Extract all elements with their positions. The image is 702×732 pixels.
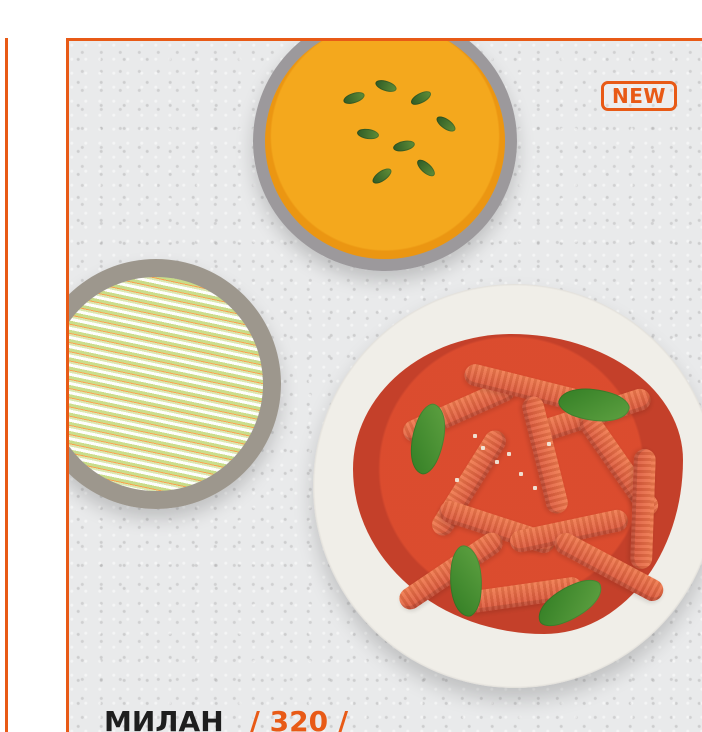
cabbage-salad: [69, 277, 263, 491]
pumpkin-seed-icon: [341, 89, 367, 107]
parmesan-flake: [481, 446, 485, 450]
pumpkin-seed-icon: [392, 138, 416, 154]
cabbage-salad-bowl: [69, 259, 281, 509]
pumpkin-seed-icon: [373, 77, 399, 95]
penne-tomato-plate: [313, 284, 702, 688]
penne-piece: [629, 448, 657, 570]
menu-screen: NEW МИЛАН / 320 /: [0, 0, 702, 732]
parmesan-flake: [455, 478, 459, 482]
pumpkin-seed-icon: [356, 127, 380, 141]
parmesan-flake: [519, 472, 523, 476]
parmesan-flake: [495, 460, 499, 464]
parmesan-flake: [547, 442, 551, 446]
combo-price: / 320 /: [249, 705, 349, 732]
pumpkin-seed-icon: [408, 88, 434, 108]
pumpkin-seed-icon: [370, 165, 394, 187]
left-card-edge: [0, 38, 8, 732]
parmesan-flake: [507, 452, 511, 456]
pumpkin-seed-icon: [414, 156, 438, 180]
combo-title: МИЛАН / 320 /: [104, 708, 348, 732]
pumpkin-seed-icon: [434, 113, 458, 135]
parmesan-flake: [533, 486, 537, 490]
combo-name: МИЛАН: [104, 705, 224, 732]
combo-card[interactable]: NEW: [66, 38, 702, 732]
pumpkin-soup-bowl: [253, 41, 517, 271]
new-badge: NEW: [601, 81, 677, 111]
parmesan-flake: [473, 434, 477, 438]
soup-surface: [265, 41, 505, 259]
